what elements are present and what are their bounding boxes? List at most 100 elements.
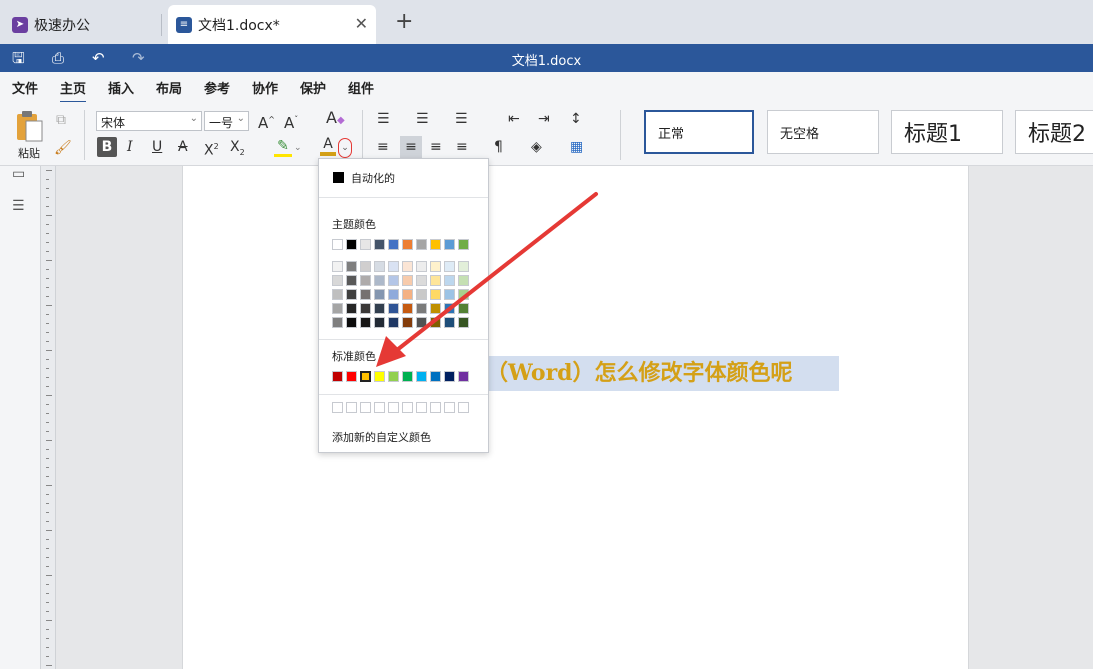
theme-shade-swatch[interactable] xyxy=(458,289,469,300)
theme-shade-swatch[interactable] xyxy=(346,317,357,328)
theme-shade-swatch[interactable] xyxy=(332,317,343,328)
style-heading-1[interactable]: 标题1 xyxy=(891,110,1003,154)
numbered-list-icon[interactable]: ☰ xyxy=(416,111,429,127)
theme-color-swatch[interactable] xyxy=(360,239,371,250)
add-custom-color-link[interactable]: 添加新的自定义颜色 xyxy=(332,429,431,445)
font-color-icon[interactable]: A xyxy=(320,136,336,156)
paste-button[interactable]: 粘贴 xyxy=(12,110,46,160)
theme-shade-swatch[interactable] xyxy=(416,289,427,300)
theme-shade-swatch[interactable] xyxy=(444,289,455,300)
custom-color-slot[interactable] xyxy=(360,402,371,413)
theme-shade-swatch[interactable] xyxy=(388,289,399,300)
theme-shade-swatch[interactable] xyxy=(444,261,455,272)
copy-icon[interactable]: ⧉ xyxy=(56,112,66,128)
theme-shade-swatch[interactable] xyxy=(402,261,413,272)
custom-color-slot[interactable] xyxy=(374,402,385,413)
line-spacing-icon[interactable]: ↕ xyxy=(570,111,582,127)
theme-shade-swatch[interactable] xyxy=(458,317,469,328)
highlight-icon[interactable]: ✎ xyxy=(274,138,292,157)
bold-icon[interactable]: B xyxy=(97,137,117,157)
menu-plugins[interactable]: 组件 xyxy=(348,78,374,97)
theme-shade-swatch[interactable] xyxy=(332,261,343,272)
increase-indent-icon[interactable]: ⇥ xyxy=(538,111,550,127)
theme-shade-swatch[interactable] xyxy=(374,275,385,286)
align-left-icon[interactable]: ≡ xyxy=(377,139,389,155)
navigation-icon[interactable]: ☰ xyxy=(12,198,25,214)
theme-shade-swatch[interactable] xyxy=(360,261,371,272)
style-heading-2[interactable]: 标题2 xyxy=(1015,110,1093,154)
theme-color-swatch[interactable] xyxy=(430,239,441,250)
theme-color-swatch[interactable] xyxy=(374,239,385,250)
menu-references[interactable]: 参考 xyxy=(204,78,230,97)
menu-layout[interactable]: 布局 xyxy=(156,78,182,97)
theme-shade-swatch[interactable] xyxy=(388,317,399,328)
font-size-select[interactable]: 一号 ⌄ xyxy=(204,111,249,131)
new-tab-button[interactable]: + xyxy=(395,10,413,34)
theme-color-swatch[interactable] xyxy=(402,239,413,250)
theme-shade-swatch[interactable] xyxy=(332,303,343,314)
theme-color-swatch[interactable] xyxy=(332,239,343,250)
strikethrough-icon[interactable]: A xyxy=(178,139,188,155)
standard-color-swatch[interactable] xyxy=(360,371,371,382)
theme-shade-swatch[interactable] xyxy=(346,289,357,300)
theme-shade-swatch[interactable] xyxy=(416,317,427,328)
theme-shade-swatch[interactable] xyxy=(402,289,413,300)
standard-color-swatch[interactable] xyxy=(332,371,343,382)
close-icon[interactable]: ✕ xyxy=(355,14,368,33)
subscript-icon[interactable]: X2 xyxy=(230,139,245,161)
tab-jisu-office[interactable]: ➤ 极速办公 xyxy=(0,5,160,44)
theme-shade-swatch[interactable] xyxy=(374,317,385,328)
standard-color-swatch[interactable] xyxy=(374,371,385,382)
menu-home[interactable]: 主页 xyxy=(60,78,87,103)
theme-shade-swatch[interactable] xyxy=(332,289,343,300)
menu-insert[interactable]: 插入 xyxy=(108,78,134,97)
custom-color-slot[interactable] xyxy=(458,402,469,413)
theme-shade-swatch[interactable] xyxy=(360,303,371,314)
theme-shade-swatch[interactable] xyxy=(332,275,343,286)
decrease-indent-icon[interactable]: ⇤ xyxy=(508,111,520,127)
custom-color-slot[interactable] xyxy=(332,402,343,413)
standard-color-swatch[interactable] xyxy=(444,371,455,382)
theme-shade-swatch[interactable] xyxy=(402,303,413,314)
style-no-spacing[interactable]: 无空格 xyxy=(767,110,879,154)
theme-shade-swatch[interactable] xyxy=(388,303,399,314)
theme-shade-swatch[interactable] xyxy=(430,261,441,272)
theme-shade-swatch[interactable] xyxy=(444,275,455,286)
paragraph-mark-icon[interactable]: ¶ xyxy=(494,139,503,155)
theme-color-swatch[interactable] xyxy=(458,239,469,250)
theme-shade-swatch[interactable] xyxy=(444,303,455,314)
style-normal[interactable]: 正常 xyxy=(644,110,754,154)
custom-color-slot[interactable] xyxy=(346,402,357,413)
auto-color-label[interactable]: 自动化的 xyxy=(351,170,395,186)
standard-color-swatch[interactable] xyxy=(388,371,399,382)
theme-color-swatch[interactable] xyxy=(346,239,357,250)
document-text-selection[interactable]: （Word）怎么修改字体颜色呢 xyxy=(484,356,839,391)
standard-color-swatch[interactable] xyxy=(402,371,413,382)
custom-color-slot[interactable] xyxy=(430,402,441,413)
font-name-select[interactable]: 宋体 ⌄ xyxy=(96,111,202,131)
comment-icon[interactable]: ▭ xyxy=(12,166,25,182)
theme-shade-swatch[interactable] xyxy=(430,303,441,314)
standard-color-swatch[interactable] xyxy=(416,371,427,382)
theme-color-swatch[interactable] xyxy=(416,239,427,250)
chevron-down-icon[interactable]: ⌄ xyxy=(294,140,302,156)
document-page[interactable] xyxy=(182,166,969,669)
theme-shade-swatch[interactable] xyxy=(458,303,469,314)
theme-shade-swatch[interactable] xyxy=(360,317,371,328)
bullet-list-icon[interactable]: ☰ xyxy=(377,111,390,127)
theme-shade-swatch[interactable] xyxy=(458,261,469,272)
theme-shade-swatch[interactable] xyxy=(346,261,357,272)
theme-color-swatch[interactable] xyxy=(388,239,399,250)
align-right-icon[interactable]: ≡ xyxy=(430,139,442,155)
tab-document[interactable]: ≡ 文档1.docx* ✕ xyxy=(168,5,376,44)
borders-icon[interactable]: ▦ xyxy=(570,139,583,155)
align-center-icon[interactable]: ≡ xyxy=(400,136,422,158)
custom-color-slot[interactable] xyxy=(444,402,455,413)
theme-shade-swatch[interactable] xyxy=(346,303,357,314)
theme-shade-swatch[interactable] xyxy=(388,275,399,286)
menu-collaborate[interactable]: 协作 xyxy=(252,78,278,97)
theme-shade-swatch[interactable] xyxy=(430,317,441,328)
menu-protect[interactable]: 保护 xyxy=(300,78,326,97)
theme-color-swatch[interactable] xyxy=(444,239,455,250)
theme-shade-swatch[interactable] xyxy=(402,275,413,286)
